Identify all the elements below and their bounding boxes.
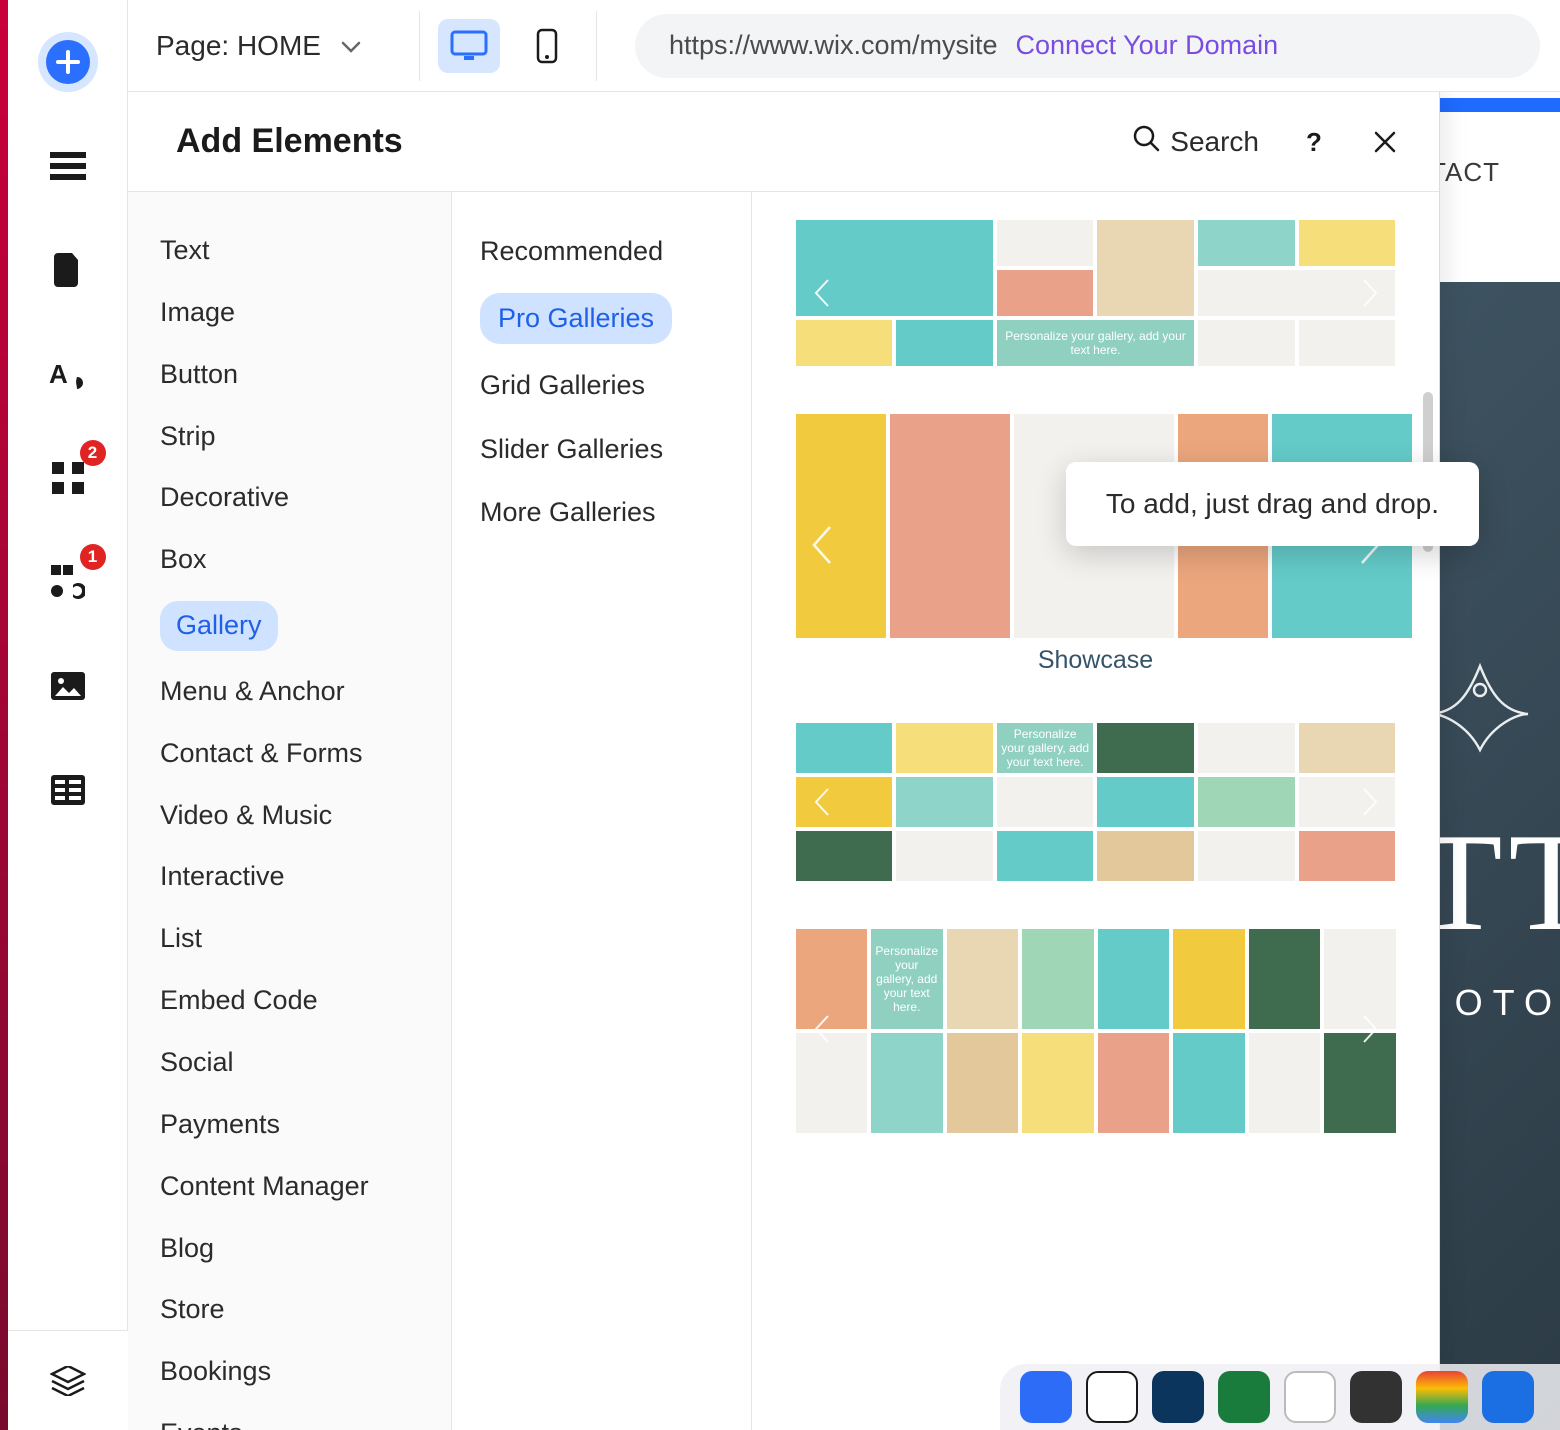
search-icon (1132, 124, 1160, 159)
dock-app[interactable] (1416, 1371, 1468, 1423)
site-url: https://www.wix.com/mysite (669, 30, 998, 61)
dock-app[interactable] (1020, 1371, 1072, 1423)
category-interactive[interactable]: Interactive (128, 846, 451, 908)
subcategory-pro-galleries[interactable]: Pro Galleries (452, 283, 751, 354)
dock-app[interactable] (1152, 1371, 1204, 1423)
svg-text:?: ? (1306, 129, 1322, 155)
pages-button[interactable] (38, 240, 98, 300)
panel-title: Add Elements (176, 122, 403, 161)
layers-button[interactable] (8, 1330, 128, 1430)
chevron-left-icon[interactable] (802, 525, 842, 565)
category-box[interactable]: Box (128, 529, 451, 591)
category-image[interactable]: Image (128, 282, 451, 344)
category-button[interactable]: Button (128, 344, 451, 406)
subcategory-list[interactable]: Recommended Pro Galleries Grid Galleries… (452, 192, 752, 1430)
mobile-device-button[interactable] (516, 19, 578, 73)
chevron-right-icon[interactable] (1350, 273, 1390, 313)
os-window-edge (0, 0, 8, 1430)
desktop-device-button[interactable] (438, 19, 500, 73)
my-business-badge: 1 (80, 544, 106, 570)
chevron-right-icon[interactable] (1350, 1009, 1390, 1049)
device-switcher (438, 19, 578, 73)
chevron-left-icon[interactable] (802, 782, 842, 822)
category-menu-anchor[interactable]: Menu & Anchor (128, 661, 451, 723)
personalize-tile: Personalize your gallery, add your text … (871, 929, 943, 1029)
category-contact-forms[interactable]: Contact & Forms (128, 723, 451, 785)
category-content-manager[interactable]: Content Manager (128, 1156, 451, 1218)
chevron-right-icon[interactable] (1350, 782, 1390, 822)
dock-app[interactable] (1482, 1371, 1534, 1423)
dock-app[interactable] (1350, 1371, 1402, 1423)
drag-drop-tooltip: To add, just drag and drop. (1066, 462, 1479, 546)
category-blog[interactable]: Blog (128, 1218, 451, 1280)
panel-header: Add Elements Search ? (128, 92, 1439, 192)
preset-caption: Showcase (796, 646, 1396, 675)
chevron-left-icon[interactable] (802, 1009, 842, 1049)
gallery-preset-thumbnail-strip[interactable]: Personalize your gallery, add your text … (796, 929, 1396, 1129)
close-button[interactable] (1367, 124, 1403, 160)
category-events[interactable]: Events (128, 1403, 451, 1430)
page-selector-label: Page: HOME (156, 30, 321, 62)
hero-subtitle: OTOG (1455, 982, 1560, 1024)
gallery-preset-collage[interactable]: Personalize your gallery, add your text … (796, 220, 1396, 366)
url-bar[interactable]: https://www.wix.com/mysite Connect Your … (635, 14, 1540, 78)
category-list[interactable]: List (128, 908, 451, 970)
app-market-badge: 2 (80, 440, 106, 466)
sections-button[interactable] (38, 136, 98, 196)
personalize-tile: Personalize your gallery, add your text … (997, 723, 1094, 773)
main-area: Page: HOME https://www.wix.com/mysite Co… (128, 0, 1560, 1430)
divider (596, 11, 597, 81)
category-gallery[interactable]: Gallery (128, 591, 451, 661)
dock-app[interactable] (1284, 1371, 1336, 1423)
add-elements-panel: Add Elements Search ? (128, 92, 1440, 1430)
subcategory-slider-galleries[interactable]: Slider Galleries (452, 418, 751, 481)
chevron-down-icon (341, 32, 361, 60)
nav-item-contact[interactable]: TACT (1430, 157, 1500, 188)
category-strip[interactable]: Strip (128, 406, 451, 468)
macos-dock[interactable] (1000, 1364, 1560, 1430)
category-video-music[interactable]: Video & Music (128, 785, 451, 847)
layers-icon (50, 1366, 86, 1396)
personalize-tile: Personalize your gallery, add your text … (997, 320, 1194, 366)
editor-workspace: TACT TT OTOG Add Elements Search (128, 92, 1560, 1430)
site-design-button[interactable]: A (38, 344, 98, 404)
search-label: Search (1170, 126, 1259, 158)
panel-search[interactable]: Search (1132, 124, 1259, 159)
chevron-left-icon[interactable] (802, 273, 842, 313)
my-business-button[interactable]: 1 (38, 552, 98, 612)
add-elements-button[interactable] (38, 32, 98, 92)
help-button[interactable]: ? (1295, 124, 1331, 160)
svg-text:A: A (49, 359, 68, 389)
category-list[interactable]: Text Image Button Strip Decorative Box G… (128, 192, 452, 1430)
left-tool-rail: A 2 1 (8, 0, 128, 1430)
category-payments[interactable]: Payments (128, 1094, 451, 1156)
page-selector[interactable]: Page: HOME (156, 30, 401, 62)
category-store[interactable]: Store (128, 1279, 451, 1341)
category-embed-code[interactable]: Embed Code (128, 970, 451, 1032)
category-social[interactable]: Social (128, 1032, 451, 1094)
content-manager-button[interactable] (38, 760, 98, 820)
category-bookings[interactable]: Bookings (128, 1341, 451, 1403)
panel-body: Text Image Button Strip Decorative Box G… (128, 192, 1439, 1430)
dock-app[interactable] (1218, 1371, 1270, 1423)
category-text[interactable]: Text (128, 220, 451, 282)
category-decorative[interactable]: Decorative (128, 467, 451, 529)
dock-app[interactable] (1086, 1371, 1138, 1423)
divider (419, 11, 420, 81)
subcategory-more-galleries[interactable]: More Galleries (452, 481, 751, 544)
subcategory-recommended[interactable]: Recommended (452, 220, 751, 283)
editor-topbar: Page: HOME https://www.wix.com/mysite Co… (128, 0, 1560, 92)
connect-domain-link[interactable]: Connect Your Domain (1016, 30, 1279, 61)
app-market-button[interactable]: 2 (38, 448, 98, 508)
gallery-previews[interactable]: Personalize your gallery, add your text … (752, 192, 1439, 1430)
subcategory-grid-galleries[interactable]: Grid Galleries (452, 354, 751, 417)
gallery-preset-grid-slider[interactable]: Personalize your gallery, add your text … (796, 723, 1396, 881)
media-button[interactable] (38, 656, 98, 716)
